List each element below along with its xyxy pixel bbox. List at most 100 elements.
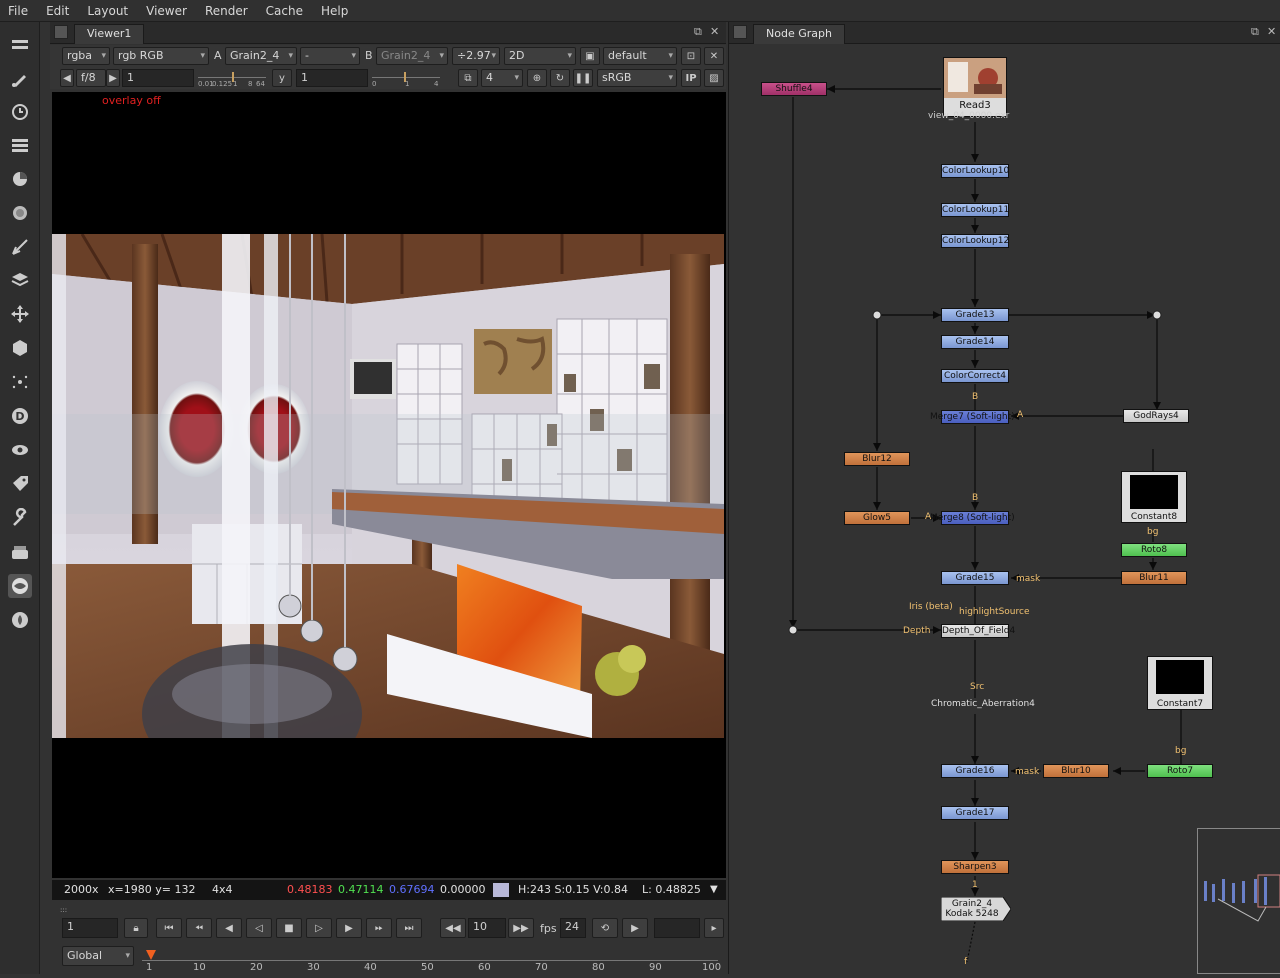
gain-slider[interactable]: 0.01 0.125 1 8 64 (198, 71, 266, 88)
shuffle4-node[interactable]: Shuffle4 (761, 82, 827, 96)
flipbook-icon[interactable]: ▶ (622, 918, 648, 938)
channels-dropdown[interactable]: rgba (62, 47, 110, 65)
play-backward-icon[interactable]: ◁ (246, 918, 272, 938)
roto8-node[interactable]: Roto8 (1121, 543, 1187, 557)
a-input-dropdown[interactable]: Grain2_4 (225, 47, 297, 65)
menu-edit[interactable]: Edit (38, 4, 79, 18)
color-icon[interactable] (8, 167, 32, 191)
views-icon[interactable] (8, 438, 32, 462)
toolsets-icon[interactable] (8, 506, 32, 530)
graph-navigator[interactable] (1197, 828, 1280, 974)
panel-menu-icon[interactable] (54, 25, 68, 39)
menu-layout[interactable]: Layout (79, 4, 138, 18)
particles-icon[interactable] (8, 370, 32, 394)
viewer-canvas[interactable]: overlay off (52, 92, 726, 878)
metadata-icon[interactable] (8, 472, 32, 496)
refresh-icon[interactable]: ↻ (550, 69, 570, 87)
read3-node[interactable]: Read3 (943, 57, 1007, 117)
step-forward-icon[interactable]: ▶▶ (508, 918, 534, 938)
grade15-node[interactable]: Grade15 (941, 571, 1009, 585)
overscan-icon[interactable]: ⧉ (458, 69, 478, 87)
import-icon[interactable] (8, 33, 32, 57)
filter-icon[interactable] (8, 201, 32, 225)
first-frame-icon[interactable]: ⏮ (156, 918, 182, 938)
timeline-extra-field[interactable] (654, 918, 700, 938)
paint-icon[interactable] (8, 67, 32, 91)
range-dropdown[interactable]: Global (62, 946, 134, 966)
layer-dropdown[interactable]: rgb RGB (113, 47, 209, 65)
menu-help[interactable]: Help (313, 4, 358, 18)
grain2-4-node[interactable]: Grain2_4 Kodak 5248 (941, 897, 1011, 921)
float-icon[interactable]: ⧉ (694, 25, 702, 39)
next-keyframe-icon[interactable]: ⏩︎ (366, 918, 392, 938)
info-menu-icon[interactable]: ▼ (710, 880, 718, 900)
frame-field[interactable]: 1 (62, 918, 118, 938)
lut-dropdown[interactable]: default (603, 47, 677, 65)
proxy-dropdown[interactable]: ÷2.97 (452, 47, 500, 65)
merge-icon[interactable] (8, 268, 32, 292)
gamma-field[interactable]: 1 (296, 69, 368, 87)
ocula-icon[interactable] (8, 608, 32, 632)
merge8-node[interactable]: Merge8 (Soft-light) (930, 511, 1015, 525)
step-back-icon[interactable]: ◀◀ (440, 918, 466, 938)
grade16-node[interactable]: Grade16 (941, 764, 1009, 778)
time-icon[interactable] (8, 100, 32, 124)
timeline-menu-icon[interactable]: ▸ (704, 918, 724, 938)
grade14-node[interactable]: Grade14 (941, 335, 1009, 349)
colorspace-dropdown[interactable]: sRGB (597, 69, 677, 87)
colorcorrect4-node[interactable]: ColorCorrect4 (941, 369, 1009, 383)
checker-icon[interactable]: ▨ (704, 69, 724, 87)
roi-icon[interactable]: ⊡ (681, 47, 701, 65)
keyer-icon[interactable] (8, 235, 32, 259)
sharpen3-node[interactable]: Sharpen3 (941, 860, 1009, 874)
menu-render[interactable]: Render (197, 4, 258, 18)
colorlookup10-node[interactable]: ColorLookup10 (941, 164, 1009, 178)
handle-icon[interactable]: ::: (60, 906, 76, 914)
prev-keyframe-icon[interactable]: ⏪︎ (186, 918, 212, 938)
blur10-node[interactable]: Blur10 (1043, 764, 1109, 778)
prev-frame-icon[interactable]: ◀ (216, 918, 242, 938)
fstop-left-icon[interactable]: ◀ (60, 69, 74, 87)
view-mode-dropdown[interactable]: 2D (504, 47, 576, 65)
furnace-icon[interactable] (8, 574, 32, 598)
merge7-node[interactable]: Merge7 (Soft-light) (930, 410, 1015, 424)
gain-field[interactable]: 1 (122, 69, 194, 87)
grade13-node[interactable]: Grade13 (941, 308, 1009, 322)
blur11-node[interactable]: Blur11 (1121, 571, 1187, 585)
colorlookup12-node[interactable]: ColorLookup12 (941, 234, 1009, 248)
last-frame-icon[interactable]: ⏭ (396, 918, 422, 938)
3d-icon[interactable] (8, 336, 32, 360)
menu-file[interactable]: File (0, 4, 38, 18)
menu-cache[interactable]: Cache (258, 4, 313, 18)
tool-icon[interactable]: ✕ (704, 47, 724, 65)
lock-icon[interactable]: 🔒︎ (124, 918, 148, 938)
grade17-node[interactable]: Grade17 (941, 806, 1009, 820)
play-forward-icon[interactable]: ▷ (306, 918, 332, 938)
other-icon[interactable] (8, 540, 32, 564)
step-field[interactable]: 10 (468, 918, 506, 938)
channel-icon[interactable] (8, 134, 32, 158)
fps-field[interactable]: 24 (560, 918, 586, 938)
node-graph-panel[interactable]: Node Graph ⧉ ✕ Read3 view_04_0000.exr Sh… (728, 22, 1280, 974)
godrays4-node[interactable]: GodRays4 (1123, 409, 1189, 423)
pause-icon[interactable]: ❚❚ (573, 69, 593, 87)
gamma-label[interactable]: y (272, 69, 292, 87)
next-frame-icon[interactable]: ▶ (336, 918, 362, 938)
b-input-dropdown[interactable]: Grain2_4 (376, 47, 448, 65)
glow5-node[interactable]: Glow5 (844, 511, 910, 525)
gamma-slider[interactable]: 0 1 4 (372, 71, 440, 88)
menu-viewer[interactable]: Viewer (138, 4, 197, 18)
constant8-node[interactable]: Constant8 (1121, 471, 1187, 523)
depth-of-field4-node[interactable]: Depth_Of_Field4 (941, 624, 1015, 638)
roi-toggle-icon[interactable]: ⊕ (527, 69, 547, 87)
tab-viewer1[interactable]: Viewer1 (74, 24, 145, 44)
ip-button[interactable]: IP (681, 69, 701, 87)
timeline-scrubber[interactable]: 100 1 10 20 30 40 50 60 70 80 90 100 (142, 940, 776, 974)
wipe-op-dropdown[interactable]: - (300, 47, 360, 65)
transform-icon[interactable] (8, 302, 32, 326)
playhead-icon[interactable] (146, 950, 156, 960)
fstop-field[interactable]: f/8 (76, 69, 106, 87)
constant7-node[interactable]: Constant7 (1147, 656, 1213, 710)
close-icon[interactable]: ✕ (710, 25, 719, 38)
camera-icon[interactable]: ▣ (580, 47, 600, 65)
